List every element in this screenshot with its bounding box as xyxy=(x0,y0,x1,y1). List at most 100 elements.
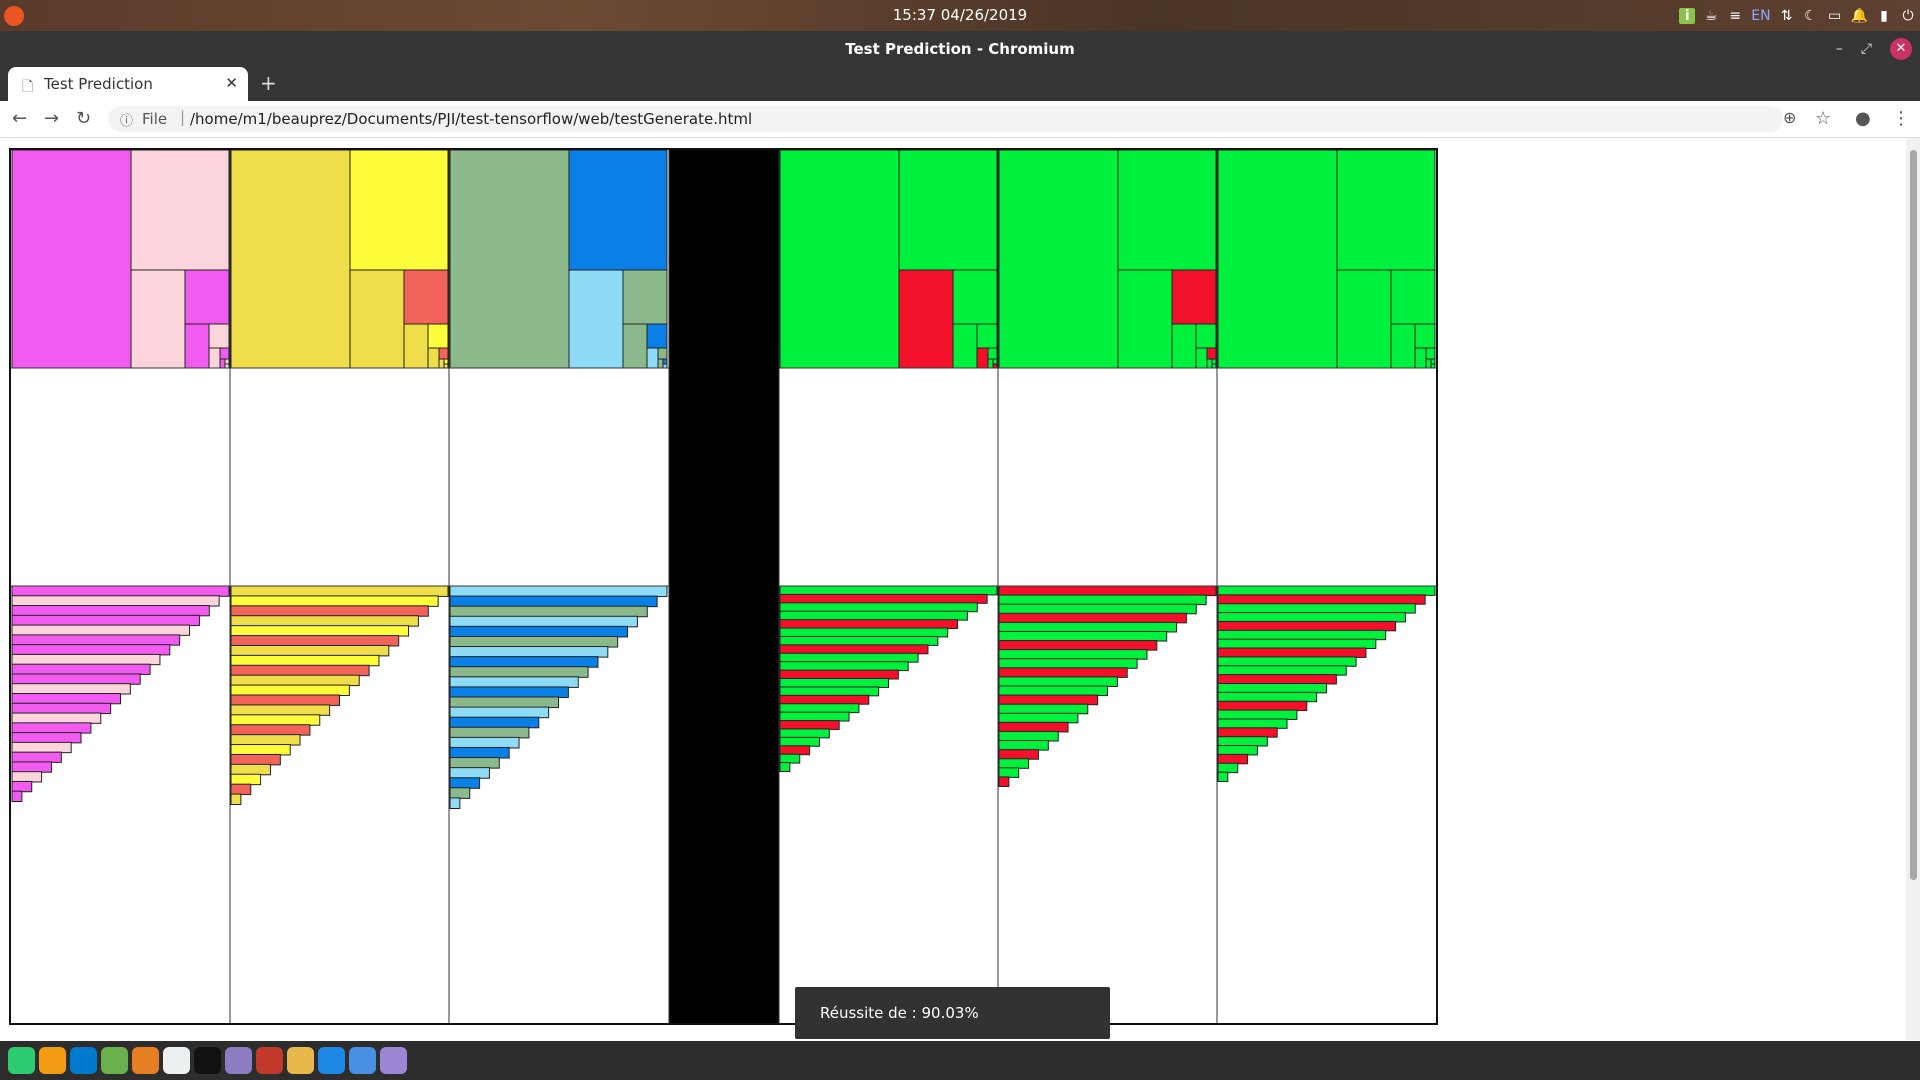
tile xyxy=(11,702,112,715)
tile xyxy=(998,776,1010,788)
tile xyxy=(998,667,1128,678)
menu-indicator-icon[interactable]: ≡ xyxy=(1727,8,1743,24)
tile xyxy=(1217,656,1357,667)
atom-icon[interactable] xyxy=(101,1047,128,1074)
tile xyxy=(224,363,230,369)
tile xyxy=(779,669,899,680)
vscode-icon[interactable] xyxy=(70,1047,97,1074)
tile xyxy=(449,777,481,789)
tile xyxy=(230,625,410,637)
tile xyxy=(779,635,939,646)
tile xyxy=(998,740,1049,751)
info-indicator-icon[interactable]: i xyxy=(1679,7,1696,24)
tile xyxy=(11,780,33,793)
window-title: Test Prediction - Chromium xyxy=(845,40,1075,58)
tile xyxy=(998,694,1099,706)
tile xyxy=(11,605,210,617)
tile xyxy=(449,767,490,779)
tile xyxy=(11,595,220,607)
tile xyxy=(1217,603,1416,614)
tile xyxy=(443,363,449,369)
tile xyxy=(998,658,1138,669)
tile xyxy=(998,685,1108,697)
tile xyxy=(449,736,520,749)
tile xyxy=(1217,727,1278,738)
address-bar[interactable]: ⓘ File | /home/m1/beauprez/Documents/PJI… xyxy=(108,106,1783,132)
bookmark-star-icon[interactable]: ☆ xyxy=(1815,108,1831,129)
power-icon[interactable]: ⏻ xyxy=(1900,8,1916,24)
tab-label: Test Prediction xyxy=(44,75,153,93)
tile xyxy=(992,363,998,369)
tile xyxy=(449,797,461,810)
profile-icon[interactable]: ● xyxy=(1855,108,1871,129)
site-info-icon[interactable]: ⓘ xyxy=(120,110,133,129)
network-icon[interactable]: ⇅ xyxy=(1779,8,1795,24)
tile xyxy=(1217,736,1268,747)
tile xyxy=(779,610,968,621)
url-text[interactable]: /home/m1/beauprez/Documents/PJI/test-ten… xyxy=(190,110,752,128)
tile xyxy=(449,625,629,638)
media-player-icon[interactable] xyxy=(132,1047,159,1074)
text-editor-icon[interactable] xyxy=(318,1047,345,1074)
calendar-icon[interactable] xyxy=(163,1047,190,1074)
battery-icon[interactable]: ▮ xyxy=(1876,8,1892,24)
clock[interactable]: 15:37 04/26/2019 xyxy=(0,0,1920,31)
minimize-icon[interactable]: – xyxy=(1836,41,1843,57)
tile xyxy=(1217,620,1397,632)
notes-icon[interactable] xyxy=(380,1047,407,1074)
tile xyxy=(230,595,439,607)
back-icon[interactable]: ← xyxy=(12,108,27,129)
menu-kebab-icon[interactable]: ⋮ xyxy=(1892,108,1910,129)
folder-icon[interactable]: ▭ xyxy=(1827,8,1843,24)
tile xyxy=(230,605,429,617)
tile xyxy=(998,703,1089,715)
tile xyxy=(1217,691,1318,703)
vertical-scrollbar[interactable] xyxy=(1906,138,1920,1040)
forward-icon[interactable]: → xyxy=(44,108,59,129)
tile xyxy=(449,615,638,628)
scrollbar-thumb[interactable] xyxy=(1910,150,1917,880)
page-content xyxy=(0,138,1906,1040)
tile xyxy=(779,753,801,764)
tile xyxy=(998,621,1178,633)
files-icon[interactable] xyxy=(225,1047,252,1074)
image-viewer-icon[interactable] xyxy=(256,1047,283,1074)
firefox-icon[interactable] xyxy=(39,1047,66,1074)
tile xyxy=(779,745,811,756)
tile xyxy=(998,594,1207,606)
tile xyxy=(230,664,370,677)
tab-test-prediction[interactable]: 🗋 Test Prediction ✕ xyxy=(8,67,248,101)
night-mode-icon[interactable]: ☾ xyxy=(1803,8,1819,24)
tile xyxy=(998,676,1118,688)
language-indicator[interactable]: EN xyxy=(1751,8,1770,24)
tile xyxy=(1217,753,1249,765)
close-window-icon[interactable]: ✕ xyxy=(1890,38,1912,60)
tile xyxy=(230,724,311,736)
java-icon[interactable] xyxy=(287,1047,314,1074)
tile xyxy=(230,654,380,667)
tile xyxy=(998,585,1217,597)
maximize-icon[interactable]: ⤢ xyxy=(1861,41,1872,57)
tile xyxy=(998,603,1197,615)
close-tab-icon[interactable]: ✕ xyxy=(225,74,238,92)
tile xyxy=(1217,647,1367,658)
tile xyxy=(230,753,281,766)
caffeine-icon[interactable]: ☕ xyxy=(1703,8,1719,24)
reload-icon[interactable]: ↻ xyxy=(76,108,91,129)
chromium-2-icon[interactable] xyxy=(349,1047,376,1074)
tile xyxy=(449,706,550,719)
prediction-canvas xyxy=(11,150,1436,1023)
tile xyxy=(11,693,121,705)
chromium-icon[interactable] xyxy=(8,1047,35,1074)
tile xyxy=(230,793,242,805)
new-tab-icon[interactable]: + xyxy=(260,71,277,95)
zoom-icon[interactable]: ⊕ xyxy=(1783,108,1796,127)
tile xyxy=(998,640,1158,651)
tile xyxy=(11,712,102,724)
notification-bell-icon[interactable]: 🔔 xyxy=(1851,8,1868,24)
terminal-icon[interactable] xyxy=(194,1047,221,1074)
tile xyxy=(1217,638,1377,650)
tile xyxy=(449,676,579,688)
tile xyxy=(449,595,658,608)
tile xyxy=(998,612,1187,624)
